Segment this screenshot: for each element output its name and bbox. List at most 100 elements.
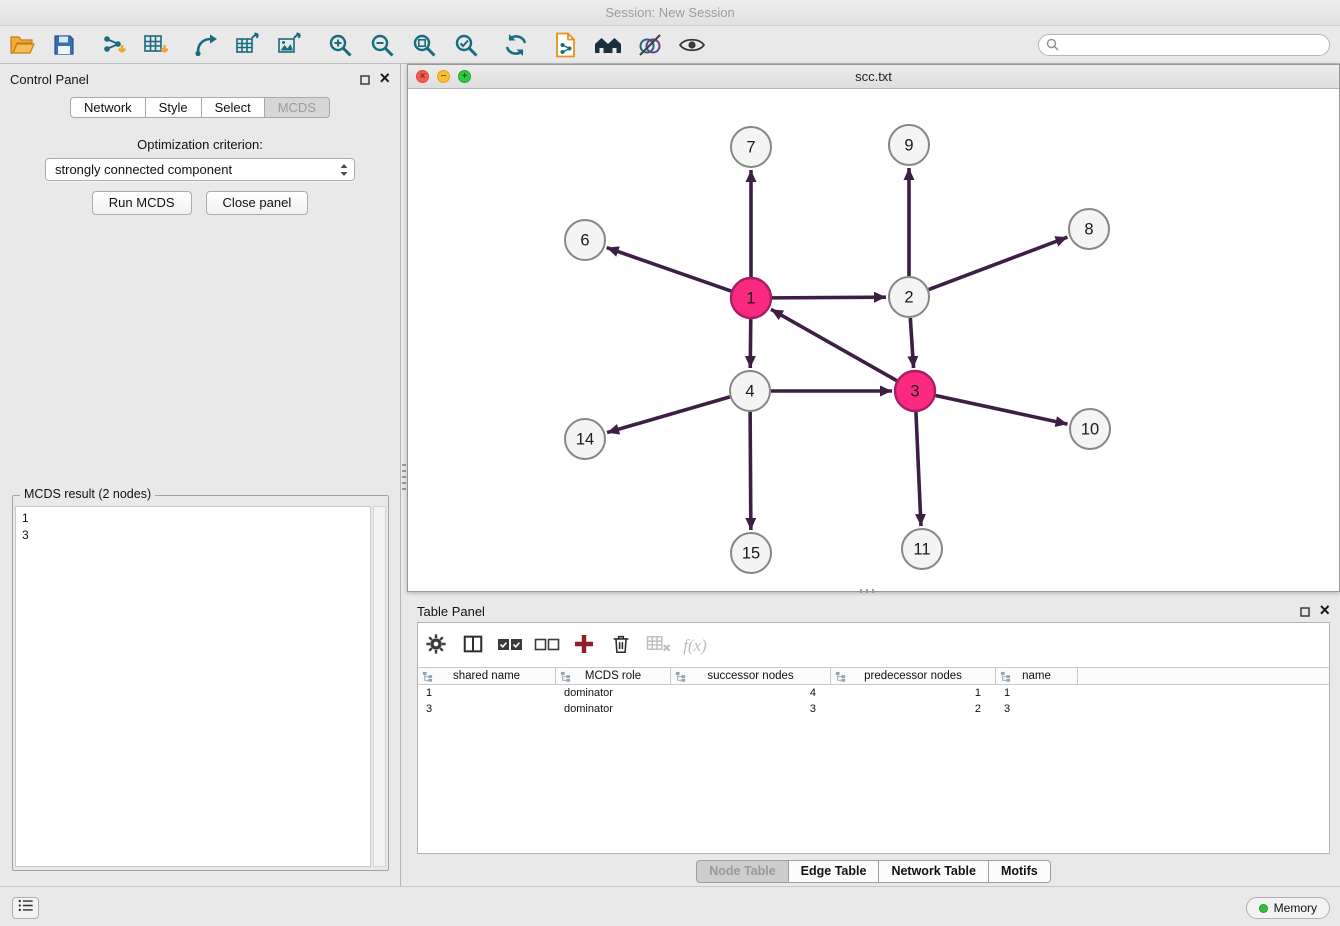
graph-edge-3-10[interactable] xyxy=(936,395,1068,424)
column-header-shared-name[interactable]: shared name xyxy=(418,668,556,684)
eye-button[interactable] xyxy=(674,29,710,61)
tab-network[interactable]: Network xyxy=(70,97,146,118)
memory-button[interactable]: Memory xyxy=(1246,897,1330,919)
column-header-label: MCDS role xyxy=(585,670,641,682)
close-window-icon[interactable] xyxy=(416,70,429,83)
new-network-from-selection-icon xyxy=(193,32,219,58)
save-session-button[interactable] xyxy=(46,29,82,61)
graph-edge-4-15[interactable] xyxy=(750,412,751,530)
new-network-from-selection-button[interactable] xyxy=(188,29,224,61)
mcds-action-buttons: Run MCDS Close panel xyxy=(0,191,400,215)
create-column-button[interactable] xyxy=(569,632,599,660)
tab-motifs[interactable]: Motifs xyxy=(989,860,1051,883)
graph-edge-1-2[interactable] xyxy=(772,297,886,298)
tab-mcds[interactable]: MCDS xyxy=(265,97,330,118)
open-session-button[interactable] xyxy=(4,29,40,61)
mcds-result-list: 13 xyxy=(15,506,371,867)
result-scrollbar[interactable] xyxy=(373,506,386,867)
float-table-panel-icon[interactable] xyxy=(1300,607,1310,617)
tab-edge-table[interactable]: Edge Table xyxy=(789,860,880,883)
graph-node-label-1: 1 xyxy=(746,290,755,308)
zoom-out-button[interactable] xyxy=(364,29,400,61)
task-history-button[interactable] xyxy=(12,897,39,919)
optimization-criterion-label: Optimization criterion: xyxy=(0,137,400,152)
delete-table-icon xyxy=(646,633,671,659)
network-graph[interactable]: 1234678910111415 xyxy=(408,90,1339,591)
minimize-window-icon[interactable] xyxy=(437,70,450,83)
control-panel-title: Control Panel xyxy=(10,72,89,87)
toolbar-icon-group xyxy=(4,29,82,61)
memory-indicator-icon xyxy=(1259,904,1268,913)
table-row[interactable]: 1dominator411 xyxy=(418,685,1329,701)
maximize-window-icon[interactable] xyxy=(458,70,471,83)
table-panel: Table Panel f(x) shared nameMCDS rolesuc… xyxy=(407,596,1340,886)
apply-style-button[interactable] xyxy=(632,29,668,61)
graph-edge-4-14[interactable] xyxy=(607,397,730,433)
close-table-panel-icon[interactable] xyxy=(1319,603,1330,621)
toolbar-icon-group xyxy=(188,29,308,61)
tab-select[interactable]: Select xyxy=(202,97,265,118)
column-header-name[interactable]: name xyxy=(996,668,1078,684)
column-header-successor-nodes[interactable]: successor nodes xyxy=(671,668,831,684)
application-window: Session: New Session Control Panel Netwo… xyxy=(0,0,1340,926)
search-icon xyxy=(1046,38,1059,56)
column-chooser-button[interactable] xyxy=(458,632,488,660)
control-panel: Control Panel NetworkStyleSelectMCDS Opt… xyxy=(0,64,401,886)
criterion-dropdown[interactable]: strongly connected component xyxy=(45,158,355,181)
table-settings-gear-icon xyxy=(425,633,447,660)
close-control-panel-icon[interactable] xyxy=(379,71,390,89)
graph-node-label-15: 15 xyxy=(742,545,760,563)
column-sort-icon xyxy=(675,671,686,682)
table-panel-tabs: Node TableEdge TableNetwork TableMotifs xyxy=(407,860,1340,883)
open-session-icon xyxy=(9,32,35,58)
toolbar-icon-group xyxy=(322,29,484,61)
tab-network-table[interactable]: Network Table xyxy=(879,860,989,883)
delete-column-button[interactable] xyxy=(606,632,636,660)
float-panel-icon[interactable] xyxy=(360,75,370,85)
graph-edge-1-4[interactable] xyxy=(750,319,751,368)
main-toolbar-icons xyxy=(4,29,724,61)
table-row[interactable]: 3dominator323 xyxy=(418,701,1329,717)
unselect-all-columns-button[interactable] xyxy=(532,632,562,660)
table-settings-gear-button[interactable] xyxy=(421,632,451,660)
graph-edge-2-8[interactable] xyxy=(929,237,1068,289)
graph-edge-3-1[interactable] xyxy=(771,309,897,380)
import-table-button[interactable] xyxy=(138,29,174,61)
column-sort-icon xyxy=(835,671,846,682)
zoom-fit-button[interactable] xyxy=(406,29,442,61)
tab-node-table[interactable]: Node Table xyxy=(696,860,788,883)
create-column-icon xyxy=(573,633,595,660)
export-table-icon xyxy=(235,32,261,58)
first-neighbors-button[interactable] xyxy=(590,29,626,61)
table-cell: 1 xyxy=(996,687,1078,699)
import-network-icon xyxy=(101,32,127,58)
panel-resize-handle[interactable] xyxy=(402,464,406,490)
network-window-resize-handle[interactable] xyxy=(860,589,874,593)
mcds-result-line: 3 xyxy=(22,527,370,544)
search-input[interactable] xyxy=(1038,34,1330,56)
zoom-in-button[interactable] xyxy=(322,29,358,61)
select-all-columns-button[interactable] xyxy=(495,632,525,660)
table-cell: 1 xyxy=(418,687,556,699)
tab-style[interactable]: Style xyxy=(146,97,202,118)
status-bar: Memory xyxy=(0,886,1340,926)
network-window-titlebar[interactable]: scc.txt xyxy=(408,65,1339,89)
network-document-button[interactable] xyxy=(548,29,584,61)
criterion-dropdown-value: strongly connected component xyxy=(55,162,232,177)
column-header-MCDS-role[interactable]: MCDS role xyxy=(556,668,671,684)
graph-edge-2-3[interactable] xyxy=(910,318,913,368)
graph-edge-3-11[interactable] xyxy=(916,412,921,526)
close-panel-button[interactable]: Close panel xyxy=(206,191,309,215)
column-header-label: successor nodes xyxy=(707,670,793,682)
graph-node-label-4: 4 xyxy=(745,383,754,401)
import-network-button[interactable] xyxy=(96,29,132,61)
graph-edge-1-6[interactable] xyxy=(607,248,731,291)
zoom-selected-button[interactable] xyxy=(448,29,484,61)
mcds-result-title: MCDS result (2 nodes) xyxy=(20,487,155,501)
export-table-button[interactable] xyxy=(230,29,266,61)
run-mcds-button[interactable]: Run MCDS xyxy=(92,191,192,215)
column-header-predecessor-nodes[interactable]: predecessor nodes xyxy=(831,668,996,684)
refresh-button[interactable] xyxy=(498,29,534,61)
graph-node-label-14: 14 xyxy=(576,431,594,449)
export-image-button[interactable] xyxy=(272,29,308,61)
